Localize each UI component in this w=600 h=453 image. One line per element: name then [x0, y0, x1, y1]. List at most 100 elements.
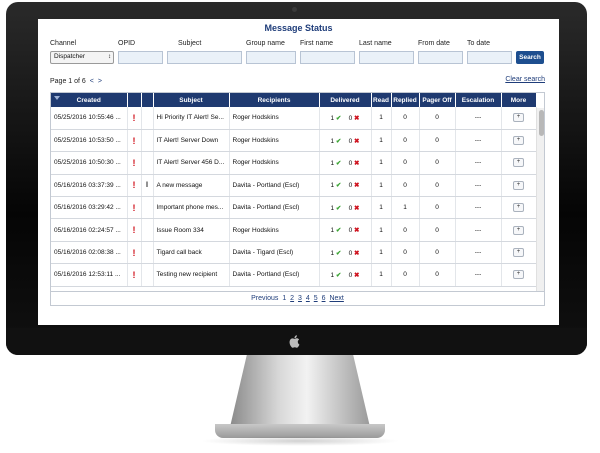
- recipients-cell: Davita - Tigard (Escl): [229, 241, 320, 265]
- subject-input[interactable]: [167, 51, 242, 64]
- pager-off-cell: 0: [419, 196, 456, 220]
- to-date-input[interactable]: [467, 51, 512, 64]
- attachment-cell: [141, 263, 154, 287]
- subject-cell[interactable]: Important phone mes...: [153, 196, 230, 220]
- priority-cell: !: [127, 196, 142, 220]
- priority-alert-icon: !: [132, 180, 136, 191]
- col-escalation[interactable]: Escalation: [455, 93, 502, 107]
- table-row[interactable]: 05/16/2016 12:53:11 ...! Testing new reci…: [51, 263, 537, 287]
- expand-more-button[interactable]: +: [513, 180, 524, 190]
- opid-input[interactable]: [118, 51, 163, 64]
- table-row[interactable]: 05/16/2016 03:37:39 ...! ‖ A new message Da…: [51, 174, 537, 198]
- group-name-input[interactable]: [246, 51, 296, 64]
- created-cell: 05/16/2016 02:24:57 ...: [51, 218, 128, 242]
- escalation-cell: ---: [455, 174, 502, 198]
- col-read[interactable]: Read: [371, 93, 392, 107]
- message-table-container: Created Subject Recipients Delivered Rea…: [50, 92, 545, 292]
- group-name-label: Group name: [246, 40, 285, 47]
- recipients-cell: Davita - Portland (Escl): [229, 263, 320, 287]
- table-header-row: Created Subject Recipients Delivered Rea…: [51, 93, 537, 107]
- read-cell: 1: [371, 218, 392, 242]
- failed-count: 0: [348, 137, 353, 145]
- pagination-page-link[interactable]: 5: [314, 295, 318, 302]
- search-button[interactable]: Search: [516, 51, 544, 64]
- created-cell: 05/16/2016 12:53:11 ...: [51, 263, 128, 287]
- col-delivered[interactable]: Delivered: [319, 93, 372, 107]
- pagination-page-current: 1: [282, 295, 287, 302]
- pagination-next[interactable]: Next: [329, 295, 343, 302]
- opid-label: OPID: [118, 40, 136, 47]
- pagination: Previous 1 2 3 4 5 6 Next: [50, 292, 545, 306]
- table-row[interactable]: 05/16/2016 03:29:42 ...! Important phone …: [51, 196, 537, 220]
- read-cell: 1: [371, 196, 392, 220]
- to-date-label: To date: [467, 40, 490, 47]
- escalation-cell: ---: [455, 107, 502, 130]
- table-row[interactable]: 05/16/2016 02:08:38 ...! Tigard call back…: [51, 241, 537, 265]
- expand-more-button[interactable]: +: [513, 270, 524, 280]
- subject-cell[interactable]: Testing new recipient: [153, 263, 230, 287]
- failed-count: 0: [348, 227, 353, 235]
- from-date-input[interactable]: [418, 51, 463, 64]
- table-row[interactable]: 05/25/2016 10:50:30 ...! IT Alert! Server…: [51, 151, 537, 175]
- pager-off-cell: 0: [419, 174, 456, 198]
- subject-cell[interactable]: IT Alert! Server Down: [153, 129, 230, 153]
- escalation-cell: ---: [455, 196, 502, 220]
- first-name-label: First name: [300, 40, 334, 47]
- expand-more-button[interactable]: +: [513, 203, 524, 213]
- check-icon: ✔: [335, 159, 342, 167]
- col-replied[interactable]: Replied: [391, 93, 420, 107]
- pagination-page-link[interactable]: 2: [290, 295, 294, 302]
- attachment-icon[interactable]: ‖: [146, 182, 149, 189]
- check-icon: ✔: [335, 227, 342, 235]
- table-row[interactable]: 05/25/2016 10:53:50 ...! IT Alert! Server…: [51, 129, 537, 153]
- created-cell: 05/16/2016 03:37:39 ...: [51, 174, 128, 198]
- expand-more-button[interactable]: +: [513, 136, 524, 146]
- col-created[interactable]: Created: [51, 93, 128, 107]
- cross-icon: ✖: [354, 249, 360, 257]
- table-row[interactable]: 05/25/2016 10:55:46 ...! Hi Priority IT A…: [51, 107, 537, 130]
- last-name-input[interactable]: [359, 51, 414, 64]
- subject-cell[interactable]: IT Alert! Server 456 D...: [153, 151, 230, 175]
- recipients-cell: Davita - Portland (Escl): [229, 196, 320, 220]
- subject-cell[interactable]: Tigard call back: [153, 241, 230, 265]
- escalation-cell: ---: [455, 263, 502, 287]
- clear-search-link[interactable]: Clear search: [505, 76, 545, 83]
- table-row[interactable]: 05/16/2016 02:24:57 ...! Issue Room 334 Ro…: [51, 218, 537, 242]
- failed-count: 0: [348, 204, 353, 212]
- first-name-input[interactable]: [300, 51, 355, 64]
- recipients-cell: Roger Hodskins: [229, 151, 320, 175]
- prev-page-link[interactable]: <: [90, 78, 94, 85]
- monitor-stand: [230, 355, 370, 427]
- created-cell: 05/16/2016 02:08:38 ...: [51, 241, 128, 265]
- pagination-previous[interactable]: Previous: [251, 295, 278, 302]
- subject-cell[interactable]: Issue Room 334: [153, 218, 230, 242]
- expand-more-button[interactable]: +: [513, 113, 524, 123]
- expand-more-button[interactable]: +: [513, 248, 524, 258]
- more-cell: +: [501, 241, 537, 265]
- delivered-count: 1: [330, 227, 335, 235]
- replied-cell: 1: [391, 196, 420, 220]
- pagination-page-link[interactable]: 6: [322, 295, 326, 302]
- next-page-link[interactable]: >: [98, 78, 102, 85]
- delivered-count: 1: [330, 114, 335, 122]
- expand-more-button[interactable]: +: [513, 158, 524, 168]
- priority-alert-icon: !: [132, 225, 136, 236]
- priority-alert-icon: !: [132, 157, 136, 168]
- subject-cell[interactable]: A new message: [153, 174, 230, 198]
- select-arrows-icon: ↕: [108, 54, 111, 60]
- col-subject[interactable]: Subject: [153, 93, 230, 107]
- priority-cell: !: [127, 129, 142, 153]
- scrollbar-thumb[interactable]: [539, 110, 544, 136]
- col-pager-off[interactable]: Pager Off: [419, 93, 456, 107]
- check-icon: ✔: [335, 114, 342, 122]
- subject-cell[interactable]: Hi Priority IT Alert! Se...: [153, 107, 230, 130]
- col-recipients[interactable]: Recipients: [229, 93, 320, 107]
- channel-select[interactable]: Dispatcher ↕: [50, 51, 114, 64]
- expand-more-button[interactable]: +: [513, 225, 524, 235]
- pagination-page-link[interactable]: 4: [306, 295, 310, 302]
- failed-count: 0: [348, 271, 353, 279]
- priority-cell: !: [127, 107, 142, 130]
- table-scrollbar[interactable]: [536, 108, 544, 291]
- pagination-page-link[interactable]: 3: [298, 295, 302, 302]
- priority-cell: !: [127, 151, 142, 175]
